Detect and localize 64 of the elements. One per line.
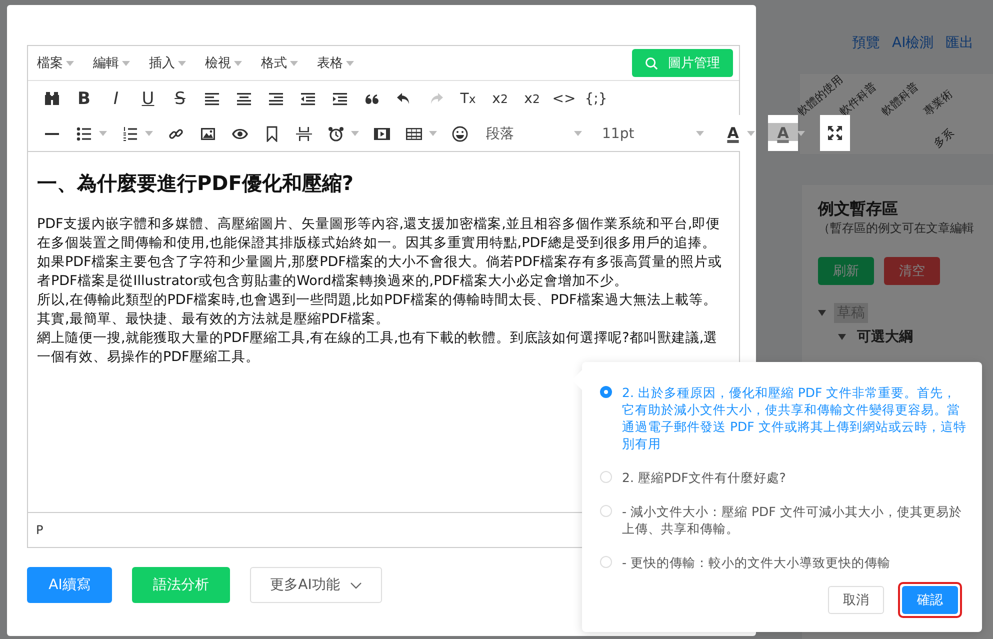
caret-icon bbox=[797, 130, 805, 136]
caret-icon bbox=[99, 131, 107, 136]
caret-icon bbox=[234, 60, 242, 66]
suggestion-option[interactable]: 2. 壓縮PDF文件有什麼好處? bbox=[600, 469, 968, 486]
caret-icon bbox=[346, 60, 354, 66]
expand-triangle-icon[interactable] bbox=[818, 310, 826, 316]
undo-icon bbox=[396, 90, 412, 106]
page-break-icon bbox=[296, 126, 312, 142]
menu-button[interactable]: 檢視 bbox=[205, 54, 261, 72]
paragraph: 網上隨便一搜,就能獲取大量的PDF壓縮工具,有在線的工具,也有下載的軟體。到底該如何選擇呢?都叫獸建議,選一個有效、易操作的PDF壓縮工具。 bbox=[37, 329, 719, 367]
table-icon bbox=[406, 126, 422, 142]
align-right-icon bbox=[268, 90, 284, 106]
dialog-button[interactable]: 取消 bbox=[828, 586, 884, 614]
panel-title: 例文暫存區 bbox=[818, 199, 899, 220]
binoculars-icon bbox=[44, 90, 60, 106]
fullscreen-button[interactable] bbox=[820, 115, 850, 151]
align-center-icon bbox=[236, 90, 252, 106]
caret-icon bbox=[122, 60, 130, 66]
caret-icon bbox=[574, 131, 582, 136]
radio-button[interactable] bbox=[600, 386, 612, 398]
align-left-icon bbox=[204, 90, 220, 106]
outdent-icon bbox=[300, 90, 316, 106]
fullscreen-icon bbox=[827, 125, 843, 141]
caret-icon bbox=[178, 60, 186, 66]
tag-label[interactable]: 多系 bbox=[930, 125, 957, 151]
menu-button[interactable]: 檔案 bbox=[37, 54, 93, 72]
chevron-down-icon bbox=[350, 582, 362, 588]
search-icon bbox=[645, 56, 658, 70]
paragraph: 所以,在傳輸此類型的PDF檔案時,也會遇到一些問題,比如PDF檔案的傳輸時間太長、PDF檔案過大無法上載等。 bbox=[37, 291, 718, 310]
expand-triangle-icon[interactable] bbox=[838, 334, 846, 340]
suggestion-option[interactable]: - 更快的傳輸：較小的文件大小導致更快的傳輸 bbox=[600, 554, 968, 571]
image-icon bbox=[200, 126, 216, 142]
action-button[interactable]: 更多AI功能 bbox=[250, 567, 382, 603]
paragraph: 如果PDF檔案主要包含了字符和少量圖片,那麼PDF檔案的大小不會很大。倘若PDF檔案存有多張高質量的照片或者PDF檔案是從Illustrator或包含剪貼畫的Word檔案轉換過來的,PDF檔案大小必定會增加不少。 bbox=[37, 253, 724, 291]
film-icon bbox=[374, 126, 390, 142]
background-color-button[interactable]: A bbox=[768, 115, 798, 151]
smiley-icon bbox=[452, 126, 468, 142]
tag-label[interactable]: 軟體科普 bbox=[878, 79, 922, 119]
bookmark-icon bbox=[264, 126, 280, 142]
alarm-clock-icon bbox=[328, 126, 344, 142]
menu-button[interactable]: 編輯 bbox=[93, 54, 149, 72]
bullet-list-icon bbox=[76, 126, 92, 142]
caret-icon bbox=[747, 130, 755, 136]
caret-icon bbox=[696, 131, 704, 136]
tag-label[interactable]: 專業術 bbox=[920, 86, 956, 119]
menu-button[interactable]: 格式 bbox=[261, 54, 317, 72]
indent-icon bbox=[332, 90, 348, 106]
tree-item[interactable]: 可選大綱 bbox=[854, 327, 916, 347]
caret-icon bbox=[429, 131, 437, 136]
menu-button[interactable]: 插入 bbox=[149, 54, 205, 72]
paragraph: 其實,最簡單、最快捷、最有效的方法就是壓縮PDF檔案。 bbox=[37, 310, 391, 329]
numbered-list-icon bbox=[122, 126, 138, 142]
caret-icon bbox=[145, 131, 153, 136]
suggestion-option[interactable]: - 減小文件大小：壓縮 PDF 文件可減小其大小，使其更易於上傳、共享和傳輸。 bbox=[600, 503, 968, 537]
element-path: P bbox=[36, 523, 44, 537]
article-heading: 一、為什麼要進行PDF優化和壓縮? bbox=[37, 170, 355, 197]
paragraph: PDF支援內嵌字體和多媒體、高壓縮圖片、矢量圖形等內容,還支援加密檔案,並且相容多個作業系統和平台,即便在多個裝置之間傳輸和使用,也能保證其排版樣式始終如一。因其多重實用特點,PDF總是受到很多用戶的追捧。 bbox=[37, 215, 722, 253]
caret-icon bbox=[66, 60, 74, 66]
redo-icon bbox=[428, 90, 444, 106]
caret-icon bbox=[290, 60, 298, 66]
horizontal-line-icon bbox=[44, 132, 60, 136]
caret-icon bbox=[351, 131, 359, 136]
menu-button[interactable]: 表格 bbox=[317, 54, 373, 72]
panel-subtitle: （暫存區的例文可在文章編輯 bbox=[818, 220, 975, 237]
